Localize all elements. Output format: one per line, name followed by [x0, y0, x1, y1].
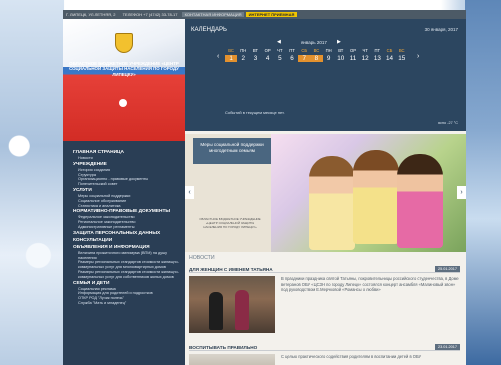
- slide-person: [353, 150, 399, 244]
- weekday-label: ОР: [349, 48, 356, 53]
- calendar-day[interactable]: 1: [225, 55, 238, 62]
- weekday-label: ВТ: [338, 48, 344, 53]
- nav-item[interactable]: Служба "Мать и младенец": [73, 301, 185, 306]
- news-heading: НОВОСТИ: [189, 255, 215, 261]
- home-icon[interactable]: [119, 99, 127, 107]
- weekday-label: СБ: [301, 48, 308, 53]
- news-item: ВОСПИТЫВАТЬ ПРАВИЛЬНО 23.01.2017 С целью…: [189, 344, 460, 365]
- calendar-day[interactable]: 6: [286, 55, 298, 62]
- day-number-row: 1 2 3 4 5 6 7 8 9 10 11 12 13 14 15: [225, 55, 408, 62]
- news-text: С целью практического содействия родител…: [281, 354, 422, 359]
- address-text: Г. ЛИПЕЦК, УЛ.ЛЕТНЯЯ, 2: [66, 12, 116, 17]
- weekday-label: ВС: [228, 48, 234, 53]
- nav-item[interactable]: Величина прожиточного минимума (ВПМ) на …: [73, 251, 185, 261]
- slider-next-icon[interactable]: ›: [457, 186, 466, 199]
- calendar-day[interactable]: 2: [237, 55, 249, 62]
- news-title[interactable]: ДЛЯ ЖЕНЩИН С ИМЕНЕМ ТАТЬЯНА: [189, 267, 273, 272]
- calendar-day[interactable]: 3: [249, 55, 261, 62]
- weekday-label: ПТ: [374, 48, 381, 53]
- calendar-day[interactable]: 12: [359, 55, 371, 62]
- news-image-person: [209, 292, 223, 330]
- main-navigation: ГЛАВНАЯ СТРАНИЦА Новости УЧРЕЖДЕНИЕ История…: [63, 141, 185, 365]
- organization-name: ОБЛАСТНОЕ БЮДЖЕТНОЕ УЧРЕЖДЕНИЕ «ЦЕНТР СО…: [69, 61, 179, 77]
- news-image[interactable]: [189, 354, 275, 365]
- nav-section-heading[interactable]: ЗАЩИТА ПЕРСОНАЛЬНЫХ ДАННЫХ: [73, 231, 185, 237]
- calendar-month: январь 2017: [301, 40, 327, 45]
- nav-item[interactable]: Статистика и аналитика: [73, 204, 185, 209]
- slide-person: [309, 156, 355, 250]
- weekday-label: ПН: [325, 48, 332, 53]
- news-text: В праздники праздника святой Татьяны, по…: [281, 276, 459, 293]
- weekday-label: ВТ: [252, 48, 258, 53]
- nav-item[interactable]: Размеры региональных стандартов стоимост…: [73, 270, 185, 280]
- slide-book-text: ОБЛАСТНОЕ БЮДЖЕТНОЕ УЧРЕЖДЕНИЕ «ЦЕНТР СО…: [199, 217, 261, 229]
- main-content: КАЛЕНДАРЬ 30 января, 2017 ◀ январь 2017 …: [185, 19, 466, 365]
- calendar-widget: КАЛЕНДАРЬ 30 января, 2017 ◀ январь 2017 …: [185, 19, 466, 131]
- calendar-day[interactable]: 11: [347, 55, 359, 62]
- emblem-icon: [115, 33, 133, 53]
- nav-item[interactable]: Административные регламенты: [73, 225, 185, 230]
- phone-text: ТЕЛЕФОН +7 (4742) 33-78-17: [122, 12, 178, 17]
- nav-item[interactable]: Попечительский совет: [73, 182, 185, 187]
- sidebar: ОБЛАСТНОЕ БЮДЖЕТНОЕ УЧРЕЖДЕНИЕ «ЦЕНТР СО…: [63, 19, 185, 365]
- contact-info-link[interactable]: КОНТАКТНАЯ ИНФОРМАЦИЯ: [181, 12, 245, 17]
- news-item: ДЛЯ ЖЕНЩИН С ИМЕНЕМ ТАТЬЯНА 25.01.2017 В…: [189, 266, 460, 333]
- current-date: 30 января, 2017: [424, 27, 458, 32]
- month-next-icon[interactable]: ▶: [337, 39, 341, 45]
- nav-item[interactable]: Размеры региональных стандартов стоимост…: [73, 260, 185, 270]
- top-bar: Г. ЛИПЕЦК, УЛ.ЛЕТНЯЯ, 2 ТЕЛЕФОН +7 (4742…: [63, 10, 466, 19]
- nav-section-heading[interactable]: КОНСУЛЬТАЦИИ: [73, 238, 185, 244]
- website-frame: Г. ЛИПЕЦК, УЛ.ЛЕТНЯЯ, 2 ТЕЛЕФОН +7 (4742…: [63, 10, 466, 365]
- calendar-day[interactable]: 14: [383, 55, 395, 62]
- weekday-label: СБ: [386, 48, 393, 53]
- calendar-day[interactable]: 10: [335, 55, 347, 62]
- news-image[interactable]: [189, 276, 275, 333]
- slide-caption[interactable]: Меры социальной поддержки многодетным се…: [193, 138, 271, 164]
- calendar-day[interactable]: 13: [371, 55, 383, 62]
- nav-item[interactable]: Новости: [73, 156, 185, 161]
- news-date: 23.01.2017: [434, 344, 460, 350]
- calendar-day[interactable]: 15: [396, 55, 408, 62]
- internet-reception-link[interactable]: ИНТЕРНЕТ ПРИЕМНАЯ: [245, 12, 298, 17]
- calendar-day[interactable]: 5: [274, 55, 286, 62]
- weekday-label: ОР: [264, 48, 271, 53]
- days-prev-icon[interactable]: ‹: [217, 53, 219, 60]
- calendar-day[interactable]: 9: [323, 55, 335, 62]
- weekday-row: ВС ПН ВТ ОР ЧТ ПТ СБ ВС ПН ВТ ОР ЧТ ПТ СБ ВС: [225, 48, 408, 53]
- events-status: Событий в текущем месяце нет.: [225, 110, 285, 115]
- weather-text: ясно -27 °С: [437, 121, 458, 125]
- weekday-label: ЧТ: [277, 48, 283, 53]
- news-image-person: [235, 290, 249, 330]
- calendar-day[interactable]: 7: [298, 55, 311, 62]
- image-slider: Меры социальной поддержки многодетным се…: [185, 134, 466, 252]
- flag-header: ОБЛАСТНОЕ БЮДЖЕТНОЕ УЧРЕЖДЕНИЕ «ЦЕНТР СО…: [63, 19, 185, 141]
- background-snow-right: [465, 0, 501, 365]
- calendar-day[interactable]: 8: [310, 55, 323, 62]
- weekday-label: ЧТ: [362, 48, 368, 53]
- slider-prev-icon[interactable]: ‹: [185, 186, 194, 199]
- slide-person: [397, 154, 443, 248]
- news-title[interactable]: ВОСПИТЫВАТЬ ПРАВИЛЬНО: [189, 345, 257, 350]
- weekday-label: ВС: [398, 48, 405, 53]
- weekday-label: ВС: [313, 48, 320, 53]
- calendar-title: КАЛЕНДАРЬ: [191, 27, 227, 33]
- month-prev-icon[interactable]: ◀: [277, 39, 281, 45]
- news-date: 25.01.2017: [434, 266, 460, 272]
- weekday-label: ПН: [240, 48, 247, 53]
- background-snow-left: [0, 0, 64, 365]
- calendar-day[interactable]: 4: [262, 55, 274, 62]
- weekday-label: ПТ: [289, 48, 295, 53]
- days-next-icon[interactable]: ›: [417, 53, 419, 60]
